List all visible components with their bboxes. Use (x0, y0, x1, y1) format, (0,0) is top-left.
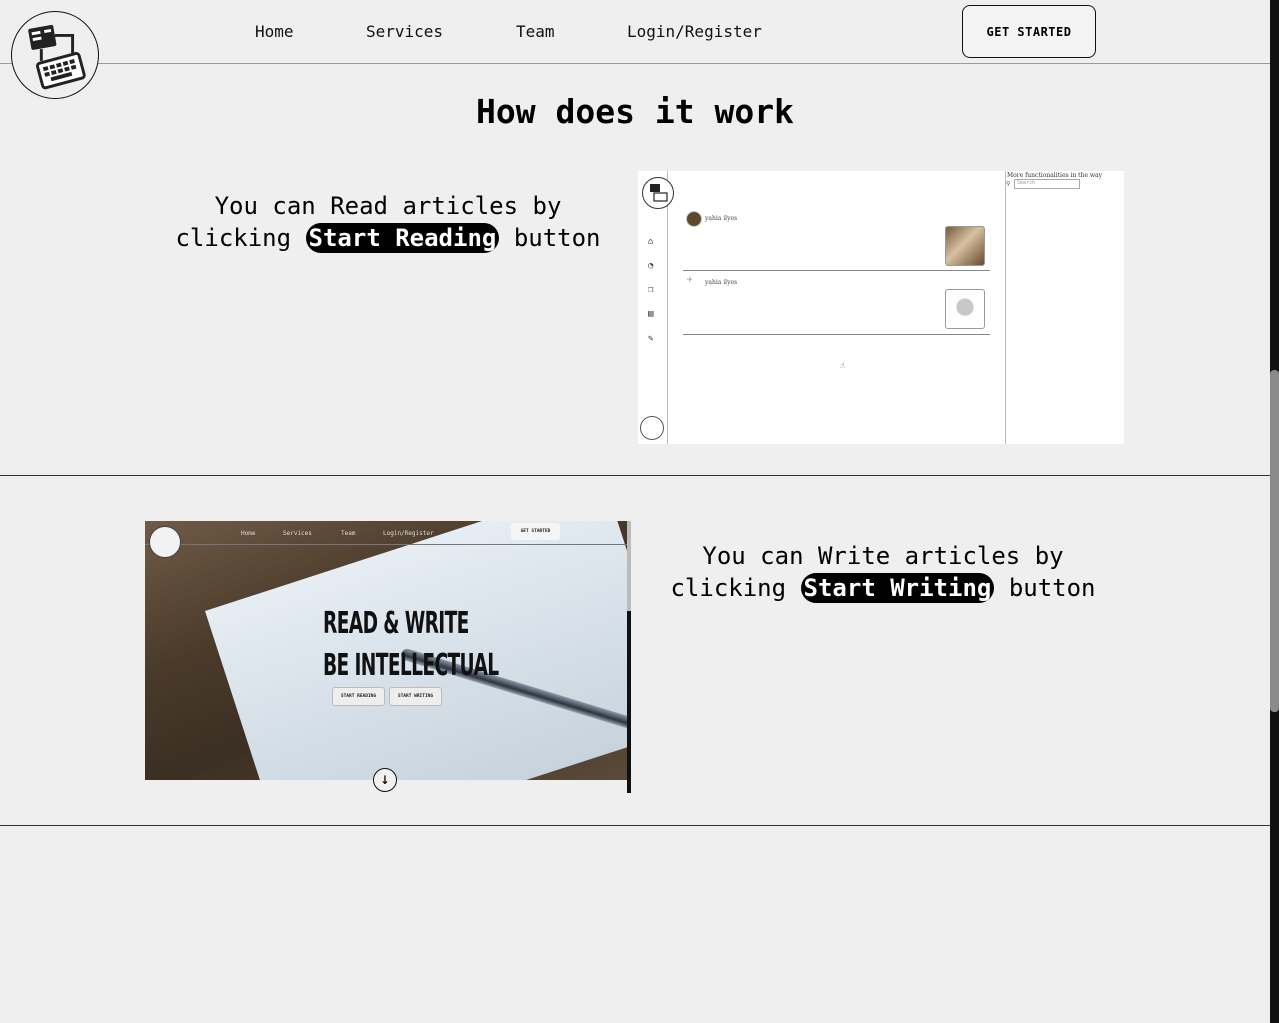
search-icon: ⚲ (1006, 180, 1011, 188)
read-clicking-text: clicking (175, 224, 292, 252)
landing-scrollbar-thumb (627, 521, 631, 611)
nav-home[interactable]: Home (255, 22, 294, 41)
post-thumbnail (945, 226, 985, 266)
post-author-avatar (686, 211, 702, 227)
landing-nav-login: Login/Register (383, 530, 434, 537)
read-description-line1: You can Read articles by (214, 192, 562, 220)
post-author: yahia ilyes (705, 215, 738, 222)
feed-sidebar: ⌂ ◔ ❐ ▤ ✎ (638, 171, 674, 444)
feed-post: yahia ilyes (683, 207, 990, 271)
nav-services[interactable]: Services (366, 22, 443, 41)
write-button-text: button (1008, 574, 1096, 602)
landing-nav-team: Team (341, 530, 356, 537)
section-divider (0, 475, 1270, 476)
write-clicking-text: clicking (670, 574, 787, 602)
feed-post: ✈ yahia ilyes (683, 271, 990, 335)
cursor-icon: ☝ (840, 361, 845, 370)
landing-start-writing: START WRITING (389, 687, 442, 706)
document-icon: ▤ (648, 309, 654, 319)
home-icon: ⌂ (648, 237, 654, 247)
write-description-line2: clicking Start Writing button (655, 572, 1111, 604)
bookmarks-icon: ❐ (648, 285, 654, 295)
section-divider (0, 825, 1270, 826)
edit-icon: ✎ (648, 334, 654, 344)
post-thumbnail (945, 289, 985, 329)
more-functionalities-note: More functionalities in the way (1007, 172, 1103, 179)
landing-get-started: GET STARTED (511, 523, 560, 540)
section-title: How does it work (476, 92, 794, 131)
site-logo[interactable] (11, 11, 99, 99)
read-description: You can Read articles by clicking Start … (160, 190, 616, 254)
landing-headline-line1: READ & WRITE (323, 606, 469, 641)
landing-logo (149, 526, 181, 558)
landing-nav-services: Services (283, 530, 312, 537)
post-author: yahia ilyes (705, 279, 738, 286)
book-keyboard-icon (28, 24, 86, 90)
page-scrollbar-thumb[interactable] (1270, 370, 1279, 712)
feed-right-divider (1005, 171, 1006, 444)
feed-search: ⚲ Search (1006, 179, 1081, 189)
reading-feed-screenshot: ⌂ ◔ ❐ ▤ ✎ yahia ilyes ✈ yahia ilyes ☝ Mo… (638, 171, 1124, 444)
nav-login-register[interactable]: Login/Register (627, 22, 762, 41)
bell-icon: ◔ (648, 261, 654, 271)
landing-headline-line2: BE INTELLECTUAL (323, 648, 499, 683)
arrow-down-icon[interactable]: ↓ (373, 768, 397, 792)
feed-search-input: Search (1014, 179, 1081, 189)
landing-nav-home: Home (241, 530, 256, 537)
book-keyboard-icon (650, 184, 668, 202)
read-description-line2: clicking Start Reading button (160, 222, 616, 254)
post-author-avatar: ✈ (687, 275, 693, 285)
landing-header-line (145, 544, 628, 545)
site-header: Home Services Team Login/Register GET ST… (0, 0, 1270, 64)
feed-logo (642, 177, 674, 209)
start-writing-pill: Start Writing (800, 573, 995, 603)
nav-team[interactable]: Team (516, 22, 555, 41)
start-reading-pill: Start Reading (305, 223, 500, 253)
read-button-text: button (513, 224, 601, 252)
write-description: You can Write articles by clicking Start… (655, 540, 1111, 604)
feed-avatar (640, 416, 664, 440)
landing-page-screenshot: Home Services Team Login/Register GET ST… (145, 521, 628, 780)
get-started-button[interactable]: GET STARTED (962, 5, 1096, 58)
landing-start-reading: START READING (332, 687, 385, 706)
landing-headline: READ & WRITE BE INTELLECTUAL (323, 603, 499, 687)
write-description-line1: You can Write articles by (702, 542, 1064, 570)
